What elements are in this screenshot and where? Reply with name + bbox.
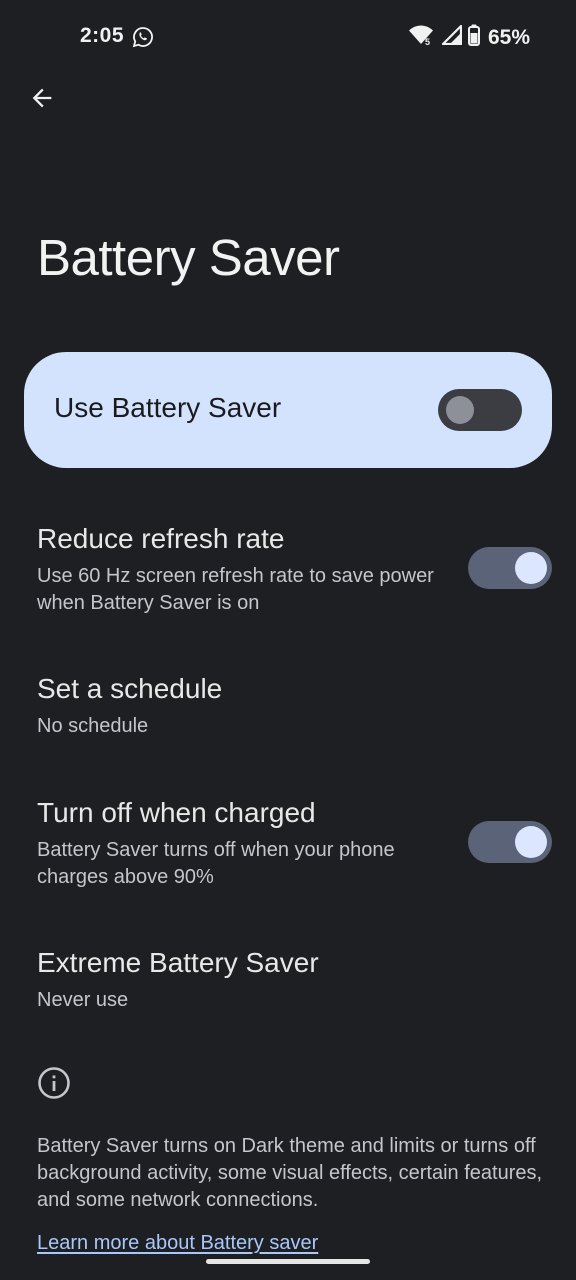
footer-description: Battery Saver turns on Dark theme and li… [37, 1135, 543, 1211]
setting-summary: Never use [37, 989, 129, 1011]
setting-turn-off-when-charged[interactable]: Turn off when charged Battery Saver turn… [0, 774, 576, 914]
arrow-left-icon [28, 84, 56, 117]
reduce-refresh-rate-toggle[interactable] [468, 547, 552, 589]
learn-more-link[interactable]: Learn more about Battery saver [37, 1232, 318, 1255]
setting-title: Extreme Battery Saver [37, 947, 319, 978]
info-icon [37, 1066, 71, 1100]
wifi-icon: 5 [408, 24, 436, 51]
setting-summary: Use 60 Hz screen refresh rate to save po… [37, 565, 434, 614]
turn-off-when-charged-toggle[interactable] [468, 821, 552, 863]
setting-title: Reduce refresh rate [37, 523, 285, 554]
status-time: 2:05 [80, 24, 125, 47]
setting-set-a-schedule[interactable]: Set a schedule No schedule [0, 650, 576, 760]
signal-icon [441, 24, 463, 50]
setting-summary: No schedule [37, 715, 149, 737]
battery-percent: 65% [487, 25, 530, 49]
page-title: Battery Saver [37, 229, 340, 286]
setting-extreme-battery-saver[interactable]: Extreme Battery Saver Never use [0, 924, 576, 1034]
status-bar: 2:05 5 65% [0, 0, 576, 76]
status-icons: 5 65% [408, 24, 530, 51]
svg-text:5: 5 [425, 37, 430, 46]
setting-title: Set a schedule [37, 673, 223, 704]
use-battery-saver-card[interactable]: Use Battery Saver [24, 352, 552, 468]
toggle-thumb [446, 396, 474, 424]
back-button[interactable] [18, 76, 66, 124]
whatsapp-icon [132, 26, 154, 48]
gesture-nav-handle[interactable] [206, 1259, 370, 1264]
battery-icon [467, 24, 480, 51]
setting-reduce-refresh-rate[interactable]: Reduce refresh rate Use 60 Hz screen ref… [0, 500, 576, 640]
setting-title: Turn off when charged [37, 797, 316, 828]
toggle-thumb [515, 826, 547, 858]
use-battery-saver-label: Use Battery Saver [54, 392, 282, 423]
setting-summary: Battery Saver turns off when your phone … [37, 839, 395, 888]
use-battery-saver-toggle[interactable] [438, 389, 522, 431]
toggle-thumb [515, 552, 547, 584]
